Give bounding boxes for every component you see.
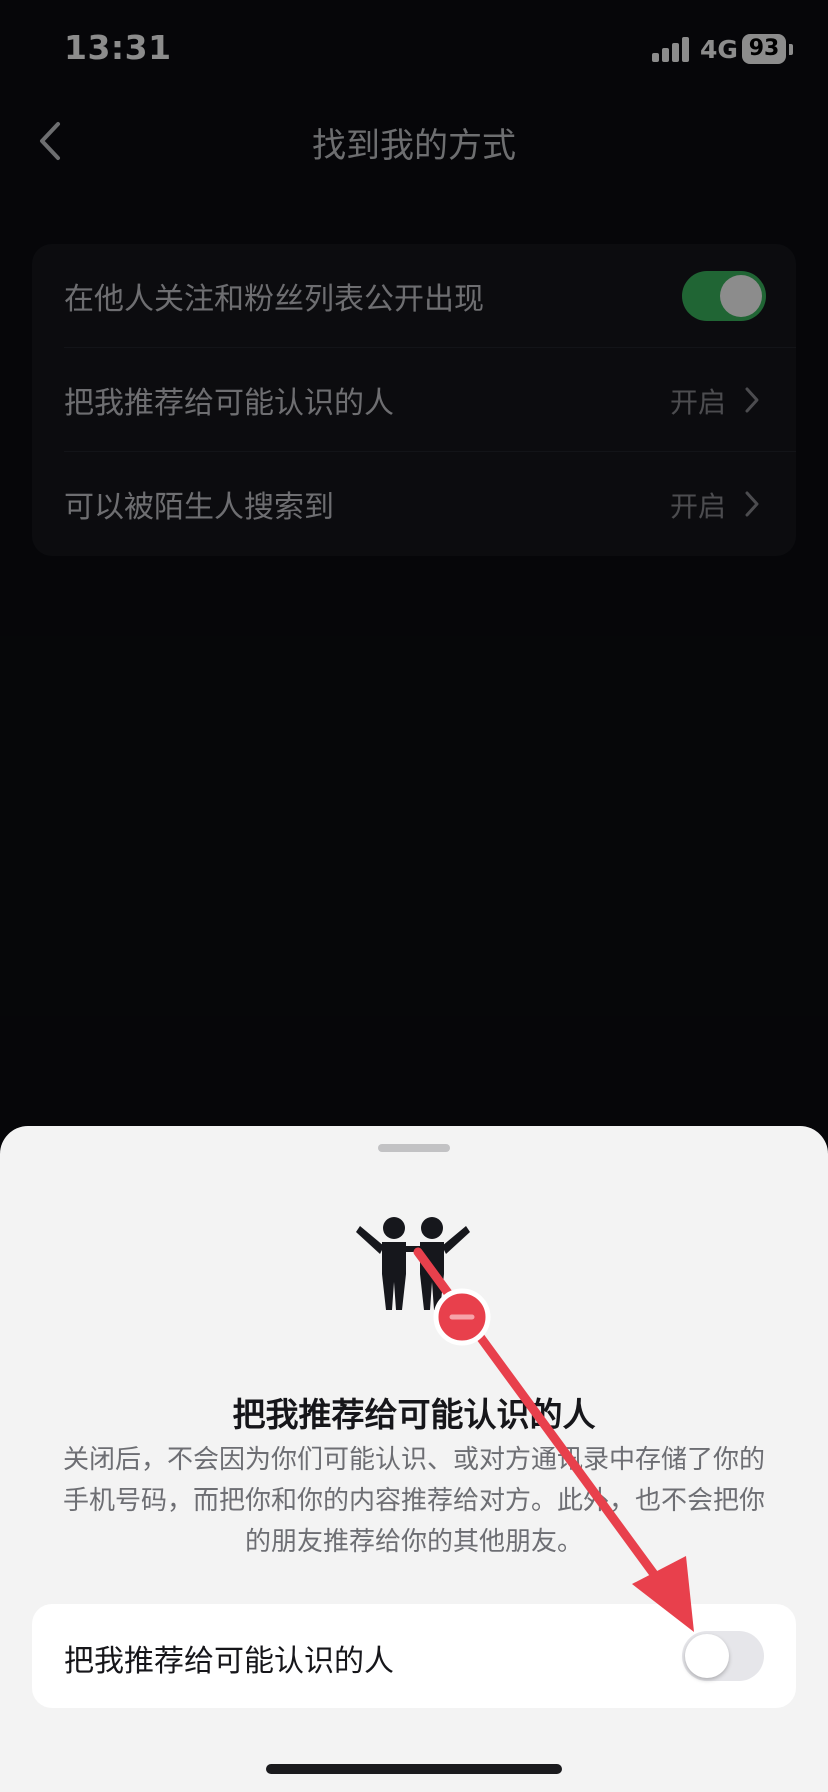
recommend-toggle[interactable]	[682, 1631, 764, 1681]
sheet-description: 关闭后，不会因为你们可能认识、或对方通讯录中存储了你的手机号码，而把你和你的内容…	[62, 1445, 765, 1557]
bottom-sheet: 把我推荐给可能认识的人 关闭后，不会因为你们可能认识、或对方通讯录中存储了你的手…	[0, 1126, 828, 1792]
toggle-knob	[685, 1634, 729, 1678]
two-people-icon	[356, 1217, 470, 1310]
option-label: 把我推荐给可能认识的人	[64, 1644, 394, 1679]
sheet-grabber[interactable]	[378, 1144, 450, 1152]
home-indicator	[266, 1764, 562, 1774]
screen: 13:31 4G 93 找到我的方式 在他人关注和粉丝列表公开出现 把我推荐给可…	[0, 0, 828, 1792]
recommend-option-card[interactable]: 把我推荐给可能认识的人	[32, 1604, 796, 1708]
sheet-title: 把我推荐给可能认识的人	[232, 1395, 596, 1434]
